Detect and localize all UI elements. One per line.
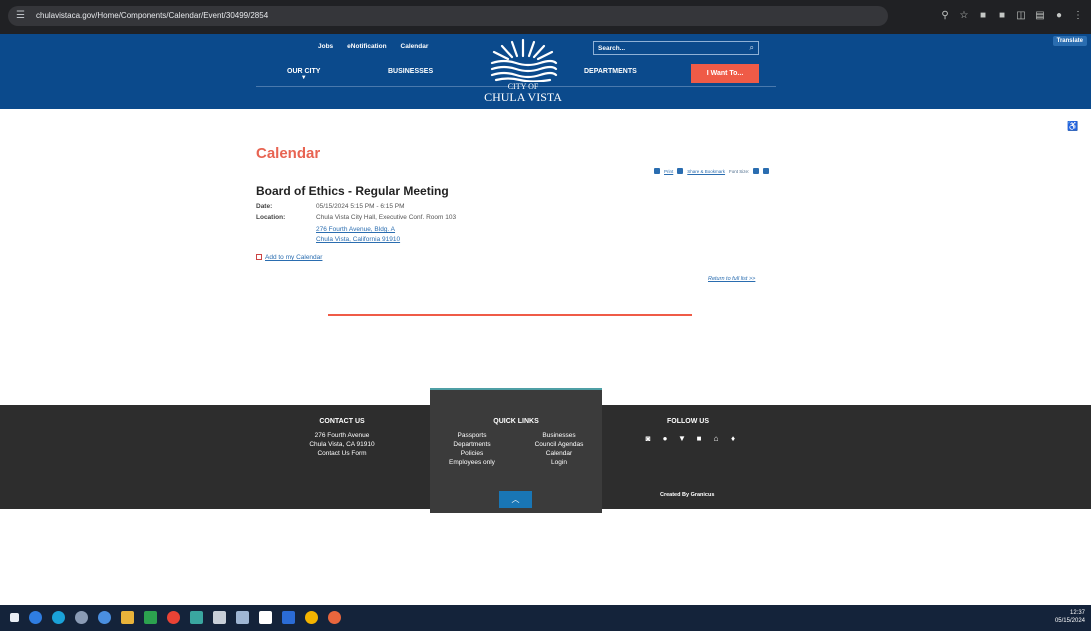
- quick-link-businesses[interactable]: Businesses: [518, 432, 600, 441]
- profile-icon[interactable]: ●: [1054, 11, 1064, 21]
- extensions-puzzle-icon[interactable]: ◫: [1016, 11, 1026, 21]
- calendar-icon: [256, 254, 262, 260]
- os-taskbar: 12:37 05/15/2024: [0, 605, 1091, 631]
- zoom-icon[interactable]: ⚲: [940, 11, 950, 21]
- caret-down-icon: ▼: [300, 75, 307, 81]
- back-to-top-button[interactable]: ︿: [499, 491, 532, 508]
- bookmark-star-icon[interactable]: ☆: [959, 11, 969, 21]
- accessibility-icon[interactable]: ♿: [1066, 119, 1080, 133]
- quick-link-calendar[interactable]: Calendar: [518, 450, 600, 459]
- translate-button[interactable]: Translate: [1052, 36, 1087, 46]
- menu-kebab-icon[interactable]: ⋮: [1073, 11, 1083, 21]
- sun-waves-logo-icon: [490, 38, 558, 82]
- notepad-icon[interactable]: [259, 611, 272, 624]
- quick-link-council-agendas[interactable]: Council Agendas: [518, 441, 600, 450]
- start-icon[interactable]: [29, 611, 42, 624]
- contact-address-line2: Chula Vista, CA 91910: [309, 441, 375, 448]
- social-icons: ◙ ● ▼ ■ ⌂ ♦: [644, 435, 737, 443]
- quick-link-policies[interactable]: Policies: [436, 450, 508, 459]
- i-want-to-button[interactable]: I Want To...: [691, 64, 759, 83]
- nextdoor-icon[interactable]: ⌂: [712, 435, 720, 443]
- clock-date: 05/15/2024: [1054, 618, 1085, 624]
- chrome-icon[interactable]: [305, 611, 318, 624]
- top-link-enotification[interactable]: eNotification: [347, 43, 386, 50]
- quick-link-passports[interactable]: Passports: [436, 432, 508, 441]
- taskbar-icons: [10, 611, 341, 624]
- event-title: Board of Ethics - Regular Meeting: [256, 184, 449, 198]
- print-link[interactable]: Print: [664, 169, 673, 174]
- font-size-label: Font Size:: [729, 168, 750, 174]
- extension-icon[interactable]: ■: [978, 11, 988, 21]
- url-text[interactable]: chulavistaca.gov/Home/Components/Calenda…: [36, 10, 268, 22]
- taskbar-clock[interactable]: 12:37 05/15/2024: [1055, 609, 1085, 625]
- app-icon[interactable]: [213, 611, 226, 624]
- page-tools: Print Share & Bookmark Font Size:: [654, 168, 770, 174]
- edge-icon[interactable]: [52, 611, 65, 624]
- app-icon[interactable]: [282, 611, 295, 624]
- clock-time: 12:37: [1069, 610, 1085, 616]
- created-by[interactable]: Created By Granicus: [660, 492, 714, 498]
- quick-link-login[interactable]: Login: [518, 459, 600, 468]
- browser-actions: ⚲ ☆ ■ ■ ◫ ▤ ● ⋮: [940, 8, 1083, 24]
- nav-our-city[interactable]: OUR CITY ▼: [287, 68, 320, 81]
- instagram-icon[interactable]: ◙: [644, 435, 652, 443]
- return-to-list-link[interactable]: Return to full list >>: [708, 276, 755, 282]
- date-value: 05/15/2024 5:15 PM - 6:15 PM: [316, 203, 405, 210]
- top-links: Jobs eNotification Calendar: [318, 43, 428, 50]
- address-bar[interactable]: ☰ chulavistaca.gov/Home/Components/Calen…: [8, 6, 888, 26]
- font-decrease-icon[interactable]: [763, 168, 770, 174]
- quick-link-departments[interactable]: Departments: [436, 441, 508, 450]
- logo-city-name: CHULA VISTA: [484, 90, 562, 104]
- extension-icon[interactable]: ■: [997, 11, 1007, 21]
- content-divider: [328, 314, 692, 316]
- contact-heading: CONTACT US: [319, 418, 365, 425]
- follow-heading: FOLLOW US: [667, 418, 709, 425]
- screen: ☰ chulavistaca.gov/Home/Components/Calen…: [0, 0, 1091, 631]
- facebook-icon[interactable]: ●: [661, 435, 669, 443]
- share-bookmark-link[interactable]: Share & Bookmark: [687, 169, 725, 174]
- top-link-jobs[interactable]: Jobs: [318, 43, 333, 50]
- chevron-up-icon: ︿: [511, 495, 520, 504]
- location-label: Location:: [256, 214, 286, 221]
- browser-toolbar: ☰ chulavistaca.gov/Home/Components/Calen…: [0, 0, 1091, 34]
- app-icon[interactable]: [328, 611, 341, 624]
- twitter-icon[interactable]: ▼: [678, 435, 686, 443]
- file-explorer-icon[interactable]: [121, 611, 134, 624]
- app-icon[interactable]: [236, 611, 249, 624]
- app-icon[interactable]: [75, 611, 88, 624]
- page-title: Calendar: [256, 145, 321, 162]
- search-box: ⌕: [593, 41, 759, 55]
- site-info-icon[interactable]: ☰: [16, 10, 30, 22]
- share-icon[interactable]: [677, 168, 684, 174]
- add-to-calendar-label: Add to my Calendar: [265, 254, 323, 261]
- sidebar-icon[interactable]: ▤: [1035, 11, 1045, 21]
- search-input[interactable]: [598, 43, 738, 53]
- nav-businesses[interactable]: BUSINESSES: [388, 68, 433, 75]
- play-icon[interactable]: [144, 611, 157, 624]
- top-link-calendar[interactable]: Calendar: [401, 43, 429, 50]
- search-icon[interactable]: ⌕: [750, 43, 754, 53]
- contact-address-line1: 276 Fourth Avenue: [314, 432, 370, 439]
- nav-departments[interactable]: DEPARTMENTS: [584, 68, 637, 75]
- quick-link-employees[interactable]: Employees only: [436, 459, 508, 468]
- task-view-icon[interactable]: [10, 613, 19, 622]
- chrome-icon[interactable]: [167, 611, 180, 624]
- app-icon[interactable]: [98, 611, 111, 624]
- nav-our-city-label: OUR CITY: [287, 68, 321, 75]
- app-icon[interactable]: [190, 611, 203, 624]
- date-label: Date:: [256, 203, 273, 210]
- quick-links-heading: QUICK LINKS: [493, 418, 539, 425]
- add-to-calendar-link[interactable]: Add to my Calendar: [256, 254, 322, 261]
- address-line1-link[interactable]: 276 Fourth Avenue, Bldg. A: [316, 226, 395, 233]
- map-pin-icon[interactable]: ♦: [729, 435, 737, 443]
- print-icon[interactable]: [654, 168, 660, 174]
- youtube-icon[interactable]: ■: [695, 435, 703, 443]
- city-logo[interactable]: CITY OF CHULA VISTA: [478, 38, 568, 108]
- font-increase-icon[interactable]: [753, 168, 760, 174]
- contact-form-link[interactable]: Contact Us Form: [290, 450, 394, 459]
- address-line2-link[interactable]: Chula Vista, California 91910: [316, 236, 400, 243]
- location-value: Chula Vista City Hall, Executive Conf. R…: [316, 214, 457, 221]
